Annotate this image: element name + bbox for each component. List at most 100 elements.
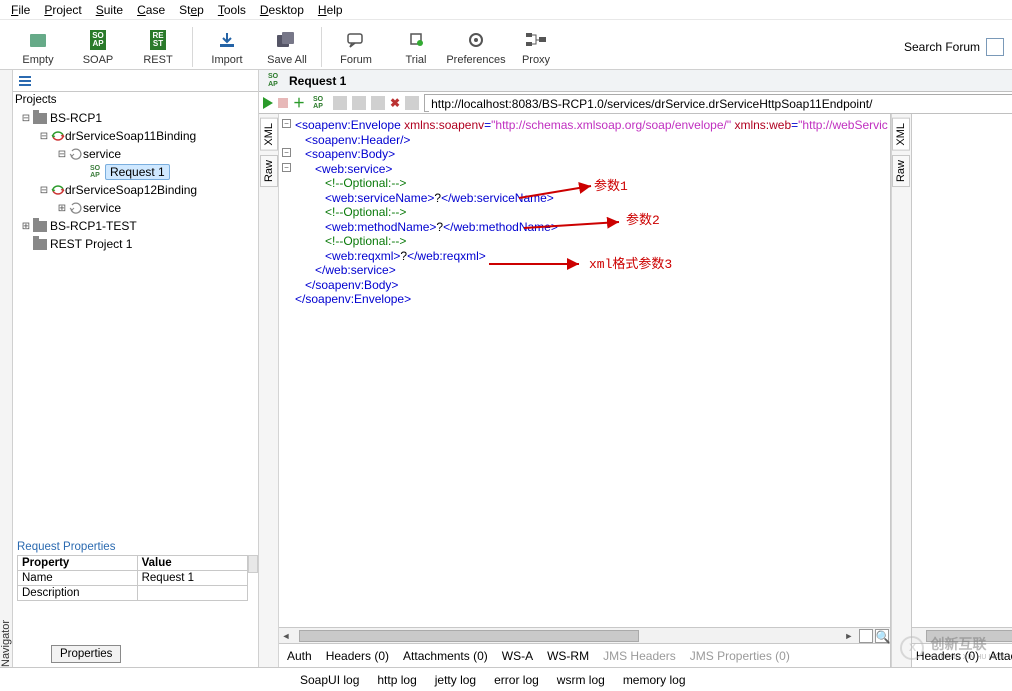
response-hscroll[interactable] — [912, 627, 1012, 643]
fold-toggle[interactable]: − — [282, 148, 291, 157]
annotation: xml格式参数3 — [589, 258, 672, 273]
hscroll-thumb[interactable] — [299, 630, 639, 642]
tree-node-service[interactable]: ⊟service — [15, 145, 258, 163]
table-row[interactable]: NameRequest 1 — [18, 571, 248, 586]
request-properties-title: Request Properties — [13, 537, 258, 555]
request-bottom-tabs: AuthHeaders (0)Attachments (0)WS-AWS-RMJ… — [279, 643, 890, 667]
proxy-button[interactable]: Proxy — [506, 28, 566, 66]
toolbar-icon-c[interactable] — [371, 96, 385, 110]
status-tab-jetty-log[interactable]: jetty log — [435, 673, 476, 687]
projects-title: Projects — [13, 92, 258, 107]
add-assertion-icon[interactable]: ＋ — [293, 94, 305, 111]
request-tab-title[interactable]: Request 1 — [289, 74, 346, 88]
navigator-menu-icon[interactable] — [19, 76, 31, 86]
tree-node-bs-rcp1[interactable]: ⊟BS-RCP1 — [15, 109, 258, 127]
soap-tab-icon: SOAP — [265, 73, 281, 89]
search-in-editor-icon[interactable]: 🔍 — [875, 629, 889, 643]
binding-icon — [51, 130, 65, 142]
project-tree[interactable]: ⊟BS-RCP1⊟drServiceSoap11Binding⊟serviceS… — [13, 107, 258, 537]
status-tab-SoapUI-log[interactable]: SoapUI log — [300, 673, 359, 687]
resp-bottom-tab[interactable]: Headers (0) — [916, 649, 979, 663]
bottom-tab-auth[interactable]: Auth — [287, 649, 312, 663]
response-empty — [912, 114, 1012, 627]
tree-twisty[interactable]: ⊟ — [37, 131, 51, 142]
tree-node-drservicesoap12binding[interactable]: ⊟drServiceSoap12Binding — [15, 181, 258, 199]
tree-node-request-1[interactable]: SOAPRequest 1 — [15, 163, 258, 181]
run-icon[interactable] — [263, 97, 273, 109]
status-tab-error-log[interactable]: error log — [494, 673, 539, 687]
proxy-icon — [506, 28, 566, 52]
annotation: 参数2 — [626, 214, 660, 229]
tree-node-service[interactable]: ⊞service — [15, 199, 258, 217]
soap-icon-small[interactable]: SOAP — [310, 96, 326, 110]
preferences-button[interactable]: Preferences — [446, 28, 506, 66]
toolbar-icon-b[interactable] — [352, 96, 366, 110]
annotation: 参数1 — [594, 180, 628, 195]
bottom-tab-attachments[interactable]: Attachments (0) — [403, 649, 488, 663]
editor-hscroll[interactable]: ◄ ► 🔍 — [279, 627, 890, 643]
menu-suite[interactable]: Suite — [89, 2, 130, 19]
forum-button[interactable]: Forum — [326, 28, 386, 66]
save-all-icon — [257, 28, 317, 52]
menu-help[interactable]: Help — [311, 2, 350, 19]
fold-toggle[interactable]: − — [282, 119, 291, 128]
split-icon[interactable] — [859, 629, 873, 643]
tree-twisty[interactable]: ⊟ — [55, 149, 69, 160]
bottom-tab-ws-rm[interactable]: WS-RM — [547, 649, 589, 663]
table-row[interactable]: Description — [18, 586, 248, 601]
status-tab-wsrm-log[interactable]: wsrm log — [557, 673, 605, 687]
status-tab-http-log[interactable]: http log — [377, 673, 416, 687]
menu-tools[interactable]: Tools — [211, 2, 253, 19]
toolbar-icon-d[interactable] — [405, 96, 419, 110]
binding-icon — [51, 184, 65, 196]
menu-project[interactable]: Project — [37, 2, 88, 19]
toolbar-close-icon[interactable]: ✖ — [390, 96, 400, 110]
toolbar-icon-a[interactable] — [333, 96, 347, 110]
rest-button[interactable]: RESTREST — [128, 28, 188, 66]
tree-node-bs-rcp1-test[interactable]: ⊞BS-RCP1-TEST — [15, 217, 258, 235]
search-forum-label: Search Forum — [904, 40, 980, 54]
endpoint-field[interactable] — [424, 94, 1012, 112]
bottom-tab-headers[interactable]: Headers (0) — [326, 649, 389, 663]
tree-twisty[interactable]: ⊞ — [19, 221, 33, 232]
status-tab-memory-log[interactable]: memory log — [623, 673, 686, 687]
import-button[interactable]: Import — [197, 28, 257, 66]
navigator-side-tab[interactable]: Navigator — [0, 70, 13, 667]
empty-button[interactable]: Empty — [8, 28, 68, 66]
tree-twisty[interactable]: ⊟ — [37, 185, 51, 196]
soap-button[interactable]: SOAPSOAP — [68, 28, 128, 66]
resp-tab-xml[interactable]: XML — [892, 118, 910, 151]
tree-twisty[interactable]: ⊞ — [55, 203, 69, 214]
properties-button[interactable]: Properties — [51, 645, 121, 663]
properties-scrollbar-stub[interactable] — [248, 555, 258, 573]
search-forum-input[interactable] — [986, 38, 1004, 56]
arrow-icon — [483, 258, 585, 270]
properties-table[interactable]: PropertyValueNameRequest 1Description — [17, 555, 248, 601]
bottom-tab-ws-a[interactable]: WS-A — [502, 649, 533, 663]
menu-file[interactable]: File — [4, 2, 37, 19]
prop-header: Property — [18, 556, 138, 571]
tree-twisty[interactable]: ⊟ — [19, 113, 33, 124]
tree-node-rest-project-1[interactable]: REST Project 1 — [15, 235, 258, 253]
trial-button[interactable]: Trial — [386, 28, 446, 66]
tab-xml[interactable]: XML — [260, 118, 278, 151]
menu-desktop[interactable]: Desktop — [253, 2, 311, 19]
menu-step[interactable]: Step — [172, 2, 211, 19]
properties-button-wrap: Properties — [51, 645, 121, 663]
empty-icon — [8, 28, 68, 52]
menu-case[interactable]: Case — [130, 2, 172, 19]
fold-toggle[interactable]: − — [282, 163, 291, 172]
trial-icon — [386, 28, 446, 52]
tree-node-drservicesoap11binding[interactable]: ⊟drServiceSoap11Binding — [15, 127, 258, 145]
forum-icon — [326, 28, 386, 52]
menu-bar: FileProjectSuiteCaseStepToolsDesktopHelp — [0, 0, 1012, 20]
response-pane: Headers (0) Attac — [911, 114, 1012, 667]
navigator-panel: Projects ⊟BS-RCP1⊟drServiceSoap11Binding… — [13, 70, 259, 667]
resp-tab-raw[interactable]: Raw — [892, 155, 910, 187]
save-all-button[interactable]: Save All — [257, 28, 317, 66]
resp-bottom-tab[interactable]: Attac — [989, 649, 1012, 663]
tab-raw[interactable]: Raw — [260, 155, 278, 187]
endpoint-input[interactable] — [429, 96, 1012, 112]
xml-editor[interactable]: −<soapenv:Envelope xmlns:soapenv="http:/… — [279, 114, 890, 627]
navigator-toolbar — [13, 70, 258, 92]
